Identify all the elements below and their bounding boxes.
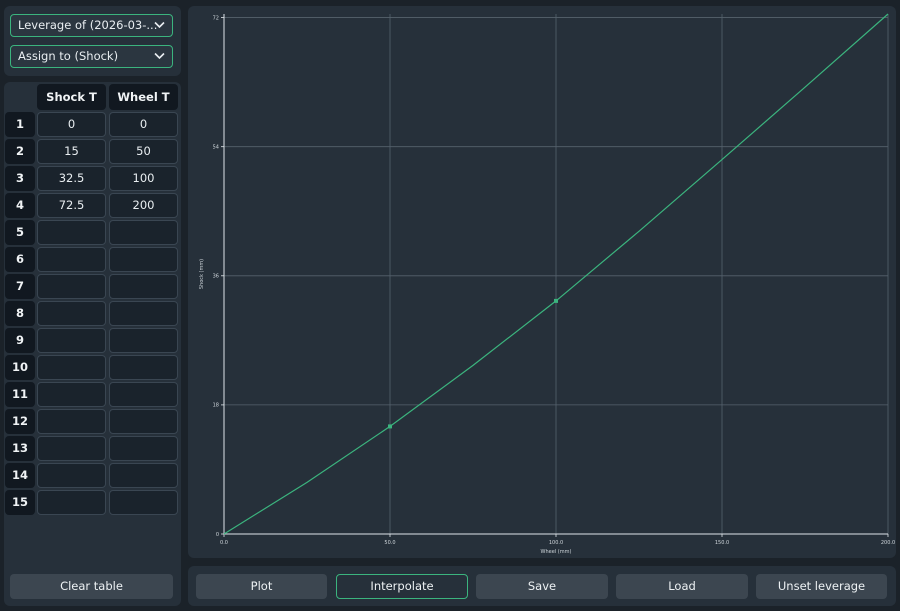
chevron-down-icon [154,15,166,36]
chevron-down-icon [154,46,166,67]
x-axis-label: Wheel (mm) [541,549,572,555]
x-tick-label: 200.0 [881,540,895,546]
shock-cell[interactable]: 32.5 [37,166,106,191]
row-number: 5 [5,220,35,245]
interpolate-button[interactable]: Interpolate [336,574,468,599]
shock-cell[interactable]: 15 [37,139,106,164]
wheel-cell[interactable] [109,220,178,245]
shock-cell[interactable] [37,409,106,434]
y-tick-label: 18 [213,403,219,409]
data-point [554,298,558,303]
row-number: 3 [5,166,35,191]
unset-leverage-button[interactable]: Unset leverage [756,574,887,599]
wheel-cell[interactable] [109,328,178,353]
y-tick-label: 54 [213,144,219,150]
shock-cell[interactable] [37,247,106,272]
y-tick-label: 0 [216,532,219,538]
row-number: 1 [5,112,35,137]
assign-dropdown[interactable]: Assign to (Shock) [10,45,173,68]
wheel-cell[interactable] [109,463,178,488]
y-tick-label: 72 [213,15,219,21]
assign-dropdown-label: Assign to (Shock) [18,49,119,63]
shock-cell[interactable] [37,490,106,515]
leverage-dropdown-label: Leverage of (2026-03-... [18,18,158,32]
wheel-cell[interactable] [109,355,178,380]
wheel-cell[interactable] [109,382,178,407]
shock-cell[interactable]: 0 [37,112,106,137]
clear-table-button[interactable]: Clear table [10,574,173,599]
shock-cell[interactable]: 72.5 [37,193,106,218]
shock-cell[interactable] [37,301,106,326]
row-number: 4 [5,193,35,218]
row-number: 11 [5,382,35,407]
shock-cell[interactable] [37,220,106,245]
shock-cell[interactable] [37,463,106,488]
column-header-shock: Shock T [37,84,106,110]
row-number: 7 [5,274,35,299]
row-number: 9 [5,328,35,353]
x-tick-label: 50.0 [384,540,395,546]
wheel-cell[interactable] [109,436,178,461]
wheel-cell[interactable] [109,301,178,326]
selector-panel: Leverage of (2026-03-... Assign to (Shoc… [4,6,181,76]
row-number: 2 [5,139,35,164]
row-number: 14 [5,463,35,488]
column-header-wheel: Wheel T [109,84,178,110]
leverage-dropdown[interactable]: Leverage of (2026-03-... [10,14,173,37]
wheel-cell[interactable]: 0 [109,112,178,137]
x-tick-label: 150.0 [715,540,729,546]
x-tick-label: 100.0 [549,540,563,546]
y-tick-label: 36 [213,274,219,280]
leverage-chart: 0.0 50.0 100.0 150.0 200.0 0 18 36 54 72 Wheel (mm… [199,13,895,555]
wheel-cell[interactable]: 100 [109,166,178,191]
shock-cell[interactable] [37,328,106,353]
shock-cell[interactable] [37,274,106,299]
chart-panel: 0.0 50.0 100.0 150.0 200.0 0 18 36 54 72 Wheel (mm… [188,6,896,558]
row-number: 8 [5,301,35,326]
data-point [388,424,392,429]
shock-cell[interactable] [37,436,106,461]
x-tick-label: 0.0 [220,540,228,546]
wheel-cell[interactable]: 50 [109,139,178,164]
row-number: 12 [5,409,35,434]
wheel-cell[interactable]: 200 [109,193,178,218]
row-number: 10 [5,355,35,380]
load-button[interactable]: Load [616,574,748,599]
action-bar: Plot Interpolate Save Load Unset leverag… [188,566,896,606]
save-button[interactable]: Save [476,574,608,599]
wheel-cell[interactable] [109,247,178,272]
leverage-table-panel: Shock T Wheel T 1 0 0 2 15 50 3 32.5 100 4 72.5 200… [4,82,181,606]
wheel-cell[interactable] [109,490,178,515]
row-number: 15 [5,490,35,515]
row-number: 13 [5,436,35,461]
plot-button[interactable]: Plot [196,574,327,599]
shock-cell[interactable] [37,355,106,380]
row-number: 6 [5,247,35,272]
shock-cell[interactable] [37,382,106,407]
y-axis-label: Shock (mm) [199,259,205,289]
wheel-cell[interactable] [109,274,178,299]
wheel-cell[interactable] [109,409,178,434]
